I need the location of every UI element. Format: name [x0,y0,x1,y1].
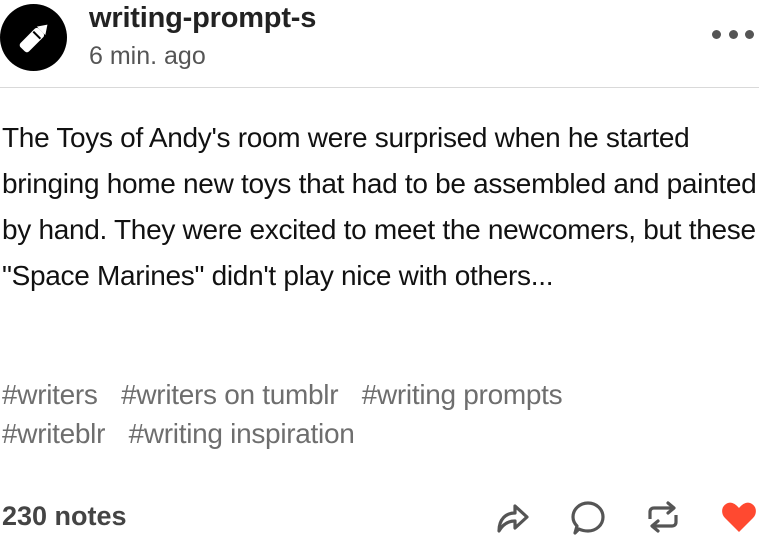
reblog-icon[interactable] [643,497,683,537]
notes-count[interactable]: 230 notes [2,499,127,533]
tag-writeblr[interactable]: #writeblr [2,418,105,449]
post-footer: 230 notes [0,495,759,538]
more-options-button[interactable] [712,24,754,44]
blog-name[interactable]: writing-prompt-s [89,0,316,36]
share-icon[interactable] [493,497,533,537]
header-divider [0,87,759,88]
comment-icon[interactable] [568,497,608,537]
pen-icon [19,24,47,52]
post-timestamp: 6 min. ago [89,42,206,70]
ellipsis-icon [712,29,721,39]
heart-icon[interactable] [719,497,759,537]
ellipsis-icon [728,29,738,39]
post-tags: #writers #writers on tumblr #writing pro… [2,375,759,453]
ellipsis-icon [745,29,754,39]
tag-writers-on-tumblr[interactable]: #writers on tumblr [121,379,338,410]
post-header: writing-prompt-s 6 min. ago [0,0,759,88]
tag-writers[interactable]: #writers [2,379,98,410]
tag-writing-prompts[interactable]: #writing prompts [362,379,563,410]
post-body: The Toys of Andy's room were surprised w… [2,122,757,291]
tag-writing-inspiration[interactable]: #writing inspiration [129,418,355,449]
blog-avatar[interactable] [0,4,67,71]
